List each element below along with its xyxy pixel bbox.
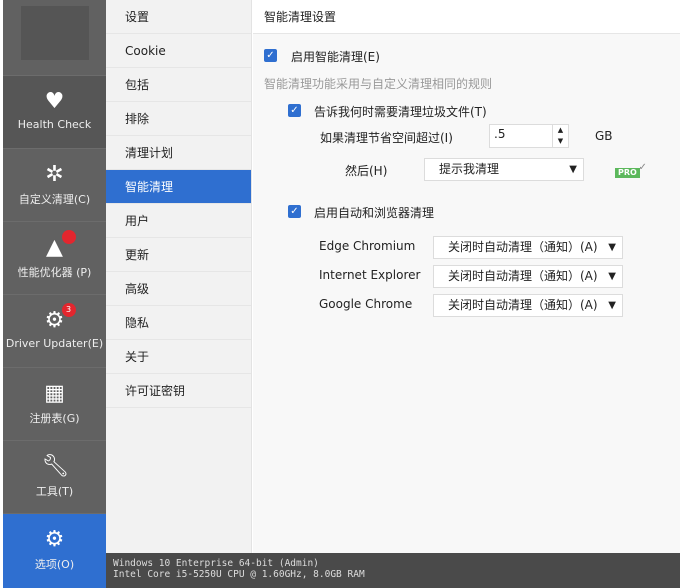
nav-label: 自定义清理(C) [18, 193, 91, 206]
menu-item-privacy[interactable]: 隐私 [106, 306, 251, 340]
then-label: 然后(H) [345, 164, 388, 178]
rocket-icon: ▲ [42, 230, 76, 260]
nav-label: Health Check [17, 118, 92, 131]
nav-performance-optimizer[interactable]: ▲ 性能优化器 (P) [3, 221, 106, 294]
notify-label: 告诉我何时需要清理垃圾文件(T) [314, 105, 487, 119]
browser-name: Google Chrome [319, 297, 413, 311]
threshold-input[interactable]: .5 ▲ ▼ [489, 124, 569, 148]
chevron-down-icon: ▼ [608, 271, 616, 282]
nav-label: 工具(T) [35, 485, 74, 498]
gear-refresh-icon: ⚙ 3 [42, 303, 76, 333]
nav-custom-clean[interactable]: ✲ 自定义清理(C) [3, 148, 106, 221]
select-value: 提示我清理 [439, 162, 500, 176]
nav-label: 注册表(G) [29, 412, 80, 425]
menu-item-exclude[interactable]: 排除 [106, 102, 251, 136]
threshold-value: .5 [494, 127, 506, 141]
ie-clean-select[interactable]: 关闭时自动清理（通知）(A) ▼ [433, 265, 623, 288]
enable-smart-cleaning-label: 启用智能清理(E) [291, 50, 380, 64]
menu-item-cookie[interactable]: Cookie [106, 34, 251, 68]
then-action-select[interactable]: 提示我清理 ▼ [424, 158, 584, 181]
nav-options[interactable]: ⚙ 选项(O) [3, 513, 106, 588]
nav-tools[interactable]: 🔧︎ 工具(T) [3, 440, 106, 513]
menu-item-about[interactable]: 关于 [106, 340, 251, 374]
pro-badge: PRO [615, 163, 647, 178]
hardware-info: Intel Core i5-5250U CPU @ 1.60GHz, 8.0GB… [113, 569, 365, 580]
browser-name: Internet Explorer [319, 268, 421, 282]
chevron-down-icon: ▼ [569, 164, 577, 175]
notification-dot [61, 230, 76, 244]
menu-item-advanced[interactable]: 高级 [106, 272, 251, 306]
select-value: 关闭时自动清理（通知）(A) [448, 240, 598, 254]
sidebar: ♥ Health Check ✲ 自定义清理(C) ▲ 性能优化器 (P) ⚙ 3… [3, 0, 106, 588]
nav-registry[interactable]: ▦ 注册表(G) [3, 367, 106, 440]
page-title: 智能清理设置 [253, 0, 680, 34]
status-bar: Windows 10 Enterprise 64-bit (Admin) Int… [106, 553, 680, 588]
nav-label: Driver Updater(E) [5, 337, 104, 350]
spinner-arrows[interactable]: ▲ ▼ [552, 125, 568, 147]
chrome-clean-select[interactable]: 关闭时自动清理（通知）(A) ▼ [433, 294, 623, 317]
menu-item-schedule[interactable]: 清理计划 [106, 136, 251, 170]
count-badge: 3 [61, 303, 76, 317]
unit-label: GB [595, 129, 613, 143]
select-value: 关闭时自动清理（通知）(A) [448, 269, 598, 283]
menu-item-settings[interactable]: 设置 [106, 0, 251, 34]
menu-item-updates[interactable]: 更新 [106, 238, 251, 272]
menu-item-users[interactable]: 用户 [106, 204, 251, 238]
os-info: Windows 10 Enterprise 64-bit (Admin) [113, 558, 319, 569]
menu-item-smart-cleaning[interactable]: 智能清理 [106, 170, 251, 204]
smart-cleaning-panel: 智能清理设置 ✓ 启用智能清理(E) 智能清理功能采用与自定义清理相同的规则 ✓… [253, 0, 680, 553]
nav-label: 性能优化器 (P) [17, 266, 92, 279]
gear-icon: ⚙ [44, 527, 65, 552]
browser-name: Edge Chromium [319, 239, 416, 253]
menu-item-include[interactable]: 包括 [106, 68, 251, 102]
grid-icon: ▦ [44, 381, 65, 406]
auto-browser-clean-label: 启用自动和浏览器清理 [314, 206, 435, 220]
nav-driver-updater[interactable]: ⚙ 3 Driver Updater(E) [3, 294, 106, 367]
options-menu: 设置 Cookie 包括 排除 清理计划 智能清理 用户 更新 高级 隐私 关于… [106, 0, 252, 553]
edge-clean-select[interactable]: 关闭时自动清理（通知）(A) ▼ [433, 236, 623, 259]
wrench-icon: 🔧︎ [41, 454, 70, 479]
nav-label: 选项(O) [34, 558, 75, 571]
enable-smart-cleaning-checkbox[interactable]: ✓ [264, 49, 277, 62]
heart-check-icon: ♥ [44, 89, 65, 114]
notify-checkbox[interactable]: ✓ [288, 104, 301, 117]
nav-health-check[interactable]: ♥ Health Check [3, 75, 106, 148]
chevron-down-icon: ▼ [608, 242, 616, 253]
menu-item-license-key[interactable]: 许可证密钥 [106, 374, 251, 408]
threshold-label: 如果清理节省空间超过(I) [320, 131, 453, 145]
select-value: 关闭时自动清理（通知）(A) [448, 298, 598, 312]
auto-browser-clean-checkbox[interactable]: ✓ [288, 205, 301, 218]
chevron-down-icon: ▼ [608, 300, 616, 311]
description-text: 智能清理功能采用与自定义清理相同的规则 [264, 77, 493, 91]
app-logo [21, 6, 89, 60]
broom-icon: ✲ [45, 162, 64, 187]
